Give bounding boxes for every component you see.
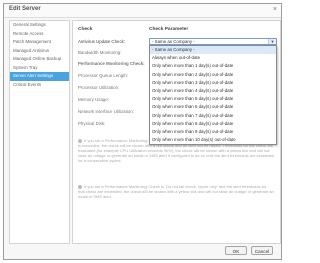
- sidebar-item-managed-online-backup[interactable]: Managed Online Backup: [10, 55, 69, 64]
- sidebar-item-server-alert-settings[interactable]: Server Alert Settings: [10, 72, 69, 81]
- sidebar-item-system-tray[interactable]: System Tray: [10, 64, 69, 73]
- sidebar-item-critical-events[interactable]: Critical Events: [10, 81, 69, 90]
- chevron-down-icon[interactable]: ▼: [268, 39, 276, 44]
- row-label-processor-queue-length: Processor Queue Length:: [78, 73, 129, 78]
- dropdown-option[interactable]: Always when out-of-date: [150, 54, 276, 62]
- settings-sidebar: General Settings Remote Access Patch Man…: [9, 20, 70, 244]
- info-note-report-only: If you set a Performance Monitoring Chec…: [78, 184, 274, 199]
- dropdown-option[interactable]: - Same as Company -: [150, 46, 276, 55]
- title-bar: Edit Server ×: [4, 4, 281, 18]
- dropdown-option[interactable]: Only when more than 8 day(s) out-of-date: [150, 120, 276, 128]
- sidebar-item-patch-management[interactable]: Patch Management: [10, 38, 69, 47]
- antivirus-update-select[interactable]: - Same as Company - ▼: [149, 38, 277, 45]
- dropdown-option[interactable]: Only when more than 9 day(s) out-of-date: [150, 128, 276, 136]
- sidebar-item-managed-antivirus[interactable]: Managed Antivirus: [10, 47, 69, 56]
- info-note-text: If you set a Performance Monitoring Chec…: [78, 184, 274, 199]
- column-header-parameter: Check Parameter: [149, 27, 189, 32]
- settings-panel: Check Check Parameter Antivirus Update C…: [72, 20, 281, 244]
- row-label-antivirus-update-check: Antivirus Update Check:: [78, 39, 126, 44]
- column-header-check: Check: [78, 27, 93, 32]
- sidebar-item-general-settings[interactable]: General Settings: [10, 21, 69, 30]
- cancel-button[interactable]: Cancel: [251, 246, 273, 255]
- dropdown-option[interactable]: Only when more than 3 day(s) out-of-date: [150, 79, 276, 87]
- row-label-memory-usage: Memory Usage:: [78, 97, 109, 102]
- row-label-performance-monitoring: Performance Monitoring Check:: [78, 61, 145, 66]
- sidebar-item-remote-access[interactable]: Remote Access: [10, 30, 69, 39]
- dropdown-option[interactable]: Only when more than 10 day(s) out-of-dat…: [150, 136, 276, 144]
- edit-server-dialog: Edit Server × General Settings Remote Ac…: [3, 3, 282, 260]
- dropdown-option[interactable]: Only when more than 4 day(s) out-of-date: [150, 87, 276, 95]
- dropdown-option[interactable]: Only when more than 1 day(s) out-of-date: [150, 62, 276, 70]
- row-label-network-interface-utilization: Network Interface Utilization:: [78, 109, 134, 114]
- dropdown-option[interactable]: Only when more than 5 day(s) out-of-date: [150, 95, 276, 103]
- dialog-title: Edit Server: [9, 6, 41, 12]
- close-icon[interactable]: ×: [273, 6, 277, 14]
- row-label-processor-utilization: Processor Utilization:: [78, 85, 120, 90]
- row-label-physical-disk: Physical Disk:: [78, 121, 106, 126]
- antivirus-update-dropdown: - Same as Company - Always when out-of-d…: [149, 45, 277, 146]
- row-label-bandwidth-monitoring: Bandwidth Monitoring:: [78, 50, 122, 55]
- dropdown-option[interactable]: Only when more than 7 day(s) out-of-date: [150, 112, 276, 120]
- dropdown-option[interactable]: Only when more than 2 day(s) out-of-date: [150, 71, 276, 79]
- ok-button[interactable]: OK: [225, 246, 247, 255]
- dropdown-option[interactable]: Only when more than 6 day(s) out-of-date: [150, 103, 276, 111]
